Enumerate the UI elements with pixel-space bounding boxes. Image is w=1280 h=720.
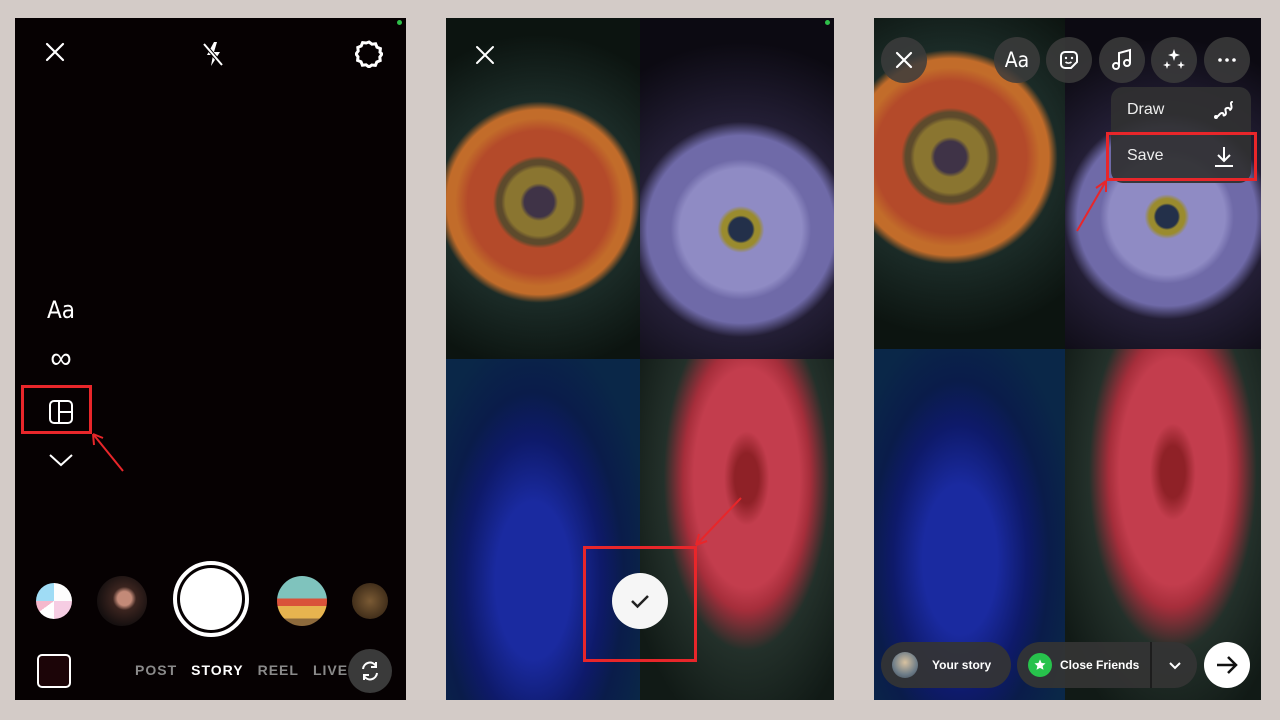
draw-squiggle-icon xyxy=(1214,101,1233,119)
chevron-down-icon xyxy=(49,454,73,467)
gallery-button[interactable] xyxy=(37,654,71,688)
status-indicator xyxy=(825,20,830,25)
filter-thumbnail-carousel[interactable] xyxy=(277,576,327,626)
story-editor-screen: Aa Draw Save Your story Close Friends xyxy=(874,18,1261,700)
arrow-right-icon xyxy=(1217,656,1238,674)
settings-button[interactable] xyxy=(354,40,385,73)
more-tools-button[interactable] xyxy=(37,440,85,480)
chevron-down-icon xyxy=(1168,661,1181,669)
share-next-button[interactable] xyxy=(1204,642,1250,688)
close-icon xyxy=(45,42,65,62)
close-friends-button[interactable]: Close Friends xyxy=(1017,642,1197,688)
music-note-icon xyxy=(1112,48,1131,70)
mode-selector: POST STORY REEL LIVE xyxy=(135,662,348,678)
more-horizontal-icon xyxy=(1218,58,1236,62)
close-button[interactable] xyxy=(43,40,67,69)
sticker-button[interactable] xyxy=(1046,37,1092,83)
flip-camera-button[interactable] xyxy=(348,649,392,693)
your-story-label: Your story xyxy=(932,658,992,672)
shutter-button[interactable] xyxy=(173,561,249,637)
close-icon xyxy=(476,46,494,64)
flip-camera-icon xyxy=(362,661,378,681)
menu-item-draw-label: Draw xyxy=(1127,101,1165,118)
menu-item-draw[interactable]: Draw xyxy=(1111,87,1251,133)
photo-tile-purple-daisy[interactable] xyxy=(640,18,834,359)
filter-thumbnail-gallery[interactable] xyxy=(352,583,388,619)
close-friends-label: Close Friends xyxy=(1060,658,1140,672)
text-tool-label: Aa xyxy=(47,296,75,324)
mode-post[interactable]: POST xyxy=(135,662,177,678)
highlight-box-confirm xyxy=(583,546,697,662)
highlight-box-save xyxy=(1106,132,1257,181)
status-indicator xyxy=(397,20,402,25)
annotation-arrow xyxy=(92,433,124,472)
flash-toggle[interactable] xyxy=(199,40,227,73)
mode-reel[interactable]: REEL xyxy=(258,662,299,678)
flash-off-icon xyxy=(202,42,224,67)
your-story-button[interactable]: Your story xyxy=(881,642,1011,688)
mode-live[interactable]: LIVE xyxy=(313,662,348,678)
close-button[interactable] xyxy=(881,37,927,83)
close-button[interactable] xyxy=(474,44,496,71)
text-tool-button[interactable]: Aa xyxy=(994,37,1040,83)
audience-dropdown[interactable] xyxy=(1152,642,1197,688)
more-options-button[interactable] xyxy=(1204,37,1250,83)
highlight-box-layout xyxy=(21,385,92,434)
filter-thumbnail-portrait[interactable] xyxy=(97,576,147,626)
close-icon xyxy=(895,51,913,69)
music-button[interactable] xyxy=(1099,37,1145,83)
effects-button[interactable] xyxy=(1151,37,1197,83)
sparkles-icon xyxy=(1163,49,1185,69)
filter-thumbnail-color[interactable] xyxy=(36,583,72,619)
avatar xyxy=(892,652,918,678)
camera-screen: Aa ∞ POST STORY REEL LIVE xyxy=(15,18,406,700)
boomerang-tool[interactable]: ∞ xyxy=(37,339,85,379)
boomerang-icon: ∞ xyxy=(50,342,72,375)
settings-gear-icon xyxy=(354,40,385,69)
text-tool-label: Aa xyxy=(1004,48,1030,72)
layout-grid-screen xyxy=(446,18,834,700)
mode-story[interactable]: STORY xyxy=(191,662,243,678)
star-icon xyxy=(1034,659,1046,670)
annotation-arrow xyxy=(695,497,742,546)
sticker-icon xyxy=(1060,51,1078,69)
annotation-arrow xyxy=(1076,180,1107,232)
text-tool[interactable]: Aa xyxy=(37,290,85,330)
shutter-inner xyxy=(180,568,242,630)
close-friends-badge xyxy=(1028,653,1052,677)
